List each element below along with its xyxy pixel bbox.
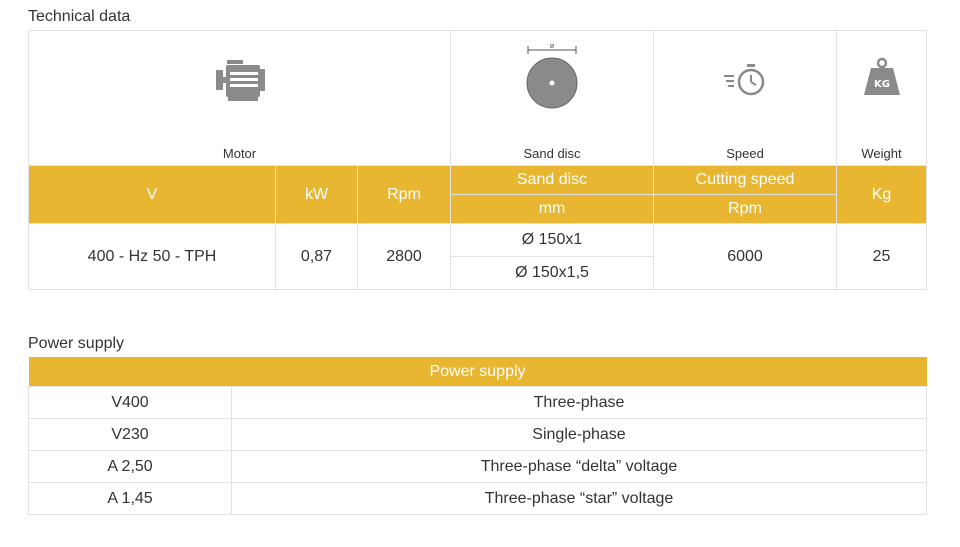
cell-kw: 0,87: [275, 223, 358, 290]
power-key: A 2,50: [28, 450, 232, 483]
header-kg: Kg: [836, 165, 928, 224]
header-cutting-speed-unit: Rpm: [653, 194, 838, 224]
motor-label: Motor: [222, 146, 257, 161]
header-sand-disc: Sand disc: [450, 165, 655, 195]
power-key: V400: [28, 386, 232, 419]
power-key: A 1,45: [28, 482, 232, 515]
power-header: Power supply: [28, 357, 927, 387]
cell-disc-2: Ø 150x1,5: [450, 256, 655, 290]
kg-glyph: KG: [874, 79, 890, 90]
header-kw: kW: [275, 165, 358, 224]
weight-icon: KG: [837, 57, 926, 97]
power-value: Single-phase: [230, 418, 928, 451]
cell-cutting-speed: 6000: [653, 223, 838, 290]
power-supply-table: Power supply V400 Three-phase V230 Singl…: [28, 357, 928, 515]
sand-disc-label: Sand disc: [523, 146, 581, 161]
header-v: V: [28, 165, 276, 224]
diameter-glyph: ø: [550, 42, 555, 50]
speed-cell: Speed: [653, 30, 838, 166]
icon-row: Motor ø Sand disc Speed KG Weight: [27, 30, 928, 166]
stopwatch-icon: [654, 63, 836, 97]
weight-cell: KG Weight: [836, 30, 928, 166]
header-cutting-speed: Cutting speed: [653, 165, 838, 195]
header-rpm: Rpm: [356, 165, 452, 224]
table-row: V400 Three-phase: [28, 386, 928, 419]
motor-cell: Motor: [27, 30, 452, 166]
motor-icon: [29, 58, 450, 102]
cell-kg: 25: [836, 223, 928, 290]
power-supply-title: Power supply: [28, 335, 125, 352]
power-header-row: Power supply: [28, 357, 927, 387]
power-value: Three-phase: [230, 386, 928, 419]
power-value: Three-phase “star” voltage: [230, 482, 928, 515]
sand-disc-icon: ø: [451, 41, 653, 113]
power-key: V230: [28, 418, 232, 451]
table-row: A 1,45 Three-phase “star” voltage: [28, 482, 928, 515]
header-row-1: V kW Rpm Sand disc Cutting speed Kg: [28, 165, 928, 224]
cell-v: 400 - Hz 50 - TPH: [28, 223, 276, 290]
table-row: V230 Single-phase: [28, 418, 928, 451]
technical-data-table: Motor ø Sand disc Speed KG Weight V kW R…: [27, 30, 928, 290]
speed-label: Speed: [726, 146, 764, 161]
technical-data-title: Technical data: [28, 8, 131, 25]
power-value: Three-phase “delta” voltage: [230, 450, 928, 483]
cell-rpm: 2800: [356, 223, 452, 290]
weight-label: Weight: [861, 146, 902, 161]
sand-disc-cell: ø Sand disc: [450, 30, 655, 166]
header-sand-disc-unit: mm: [450, 194, 655, 224]
cell-disc-1: Ø 150x1: [450, 223, 655, 257]
table-row: 400 - Hz 50 - TPH 0,87 2800 Ø 150x1 6000…: [28, 223, 928, 290]
table-row: A 2,50 Three-phase “delta” voltage: [28, 450, 928, 483]
